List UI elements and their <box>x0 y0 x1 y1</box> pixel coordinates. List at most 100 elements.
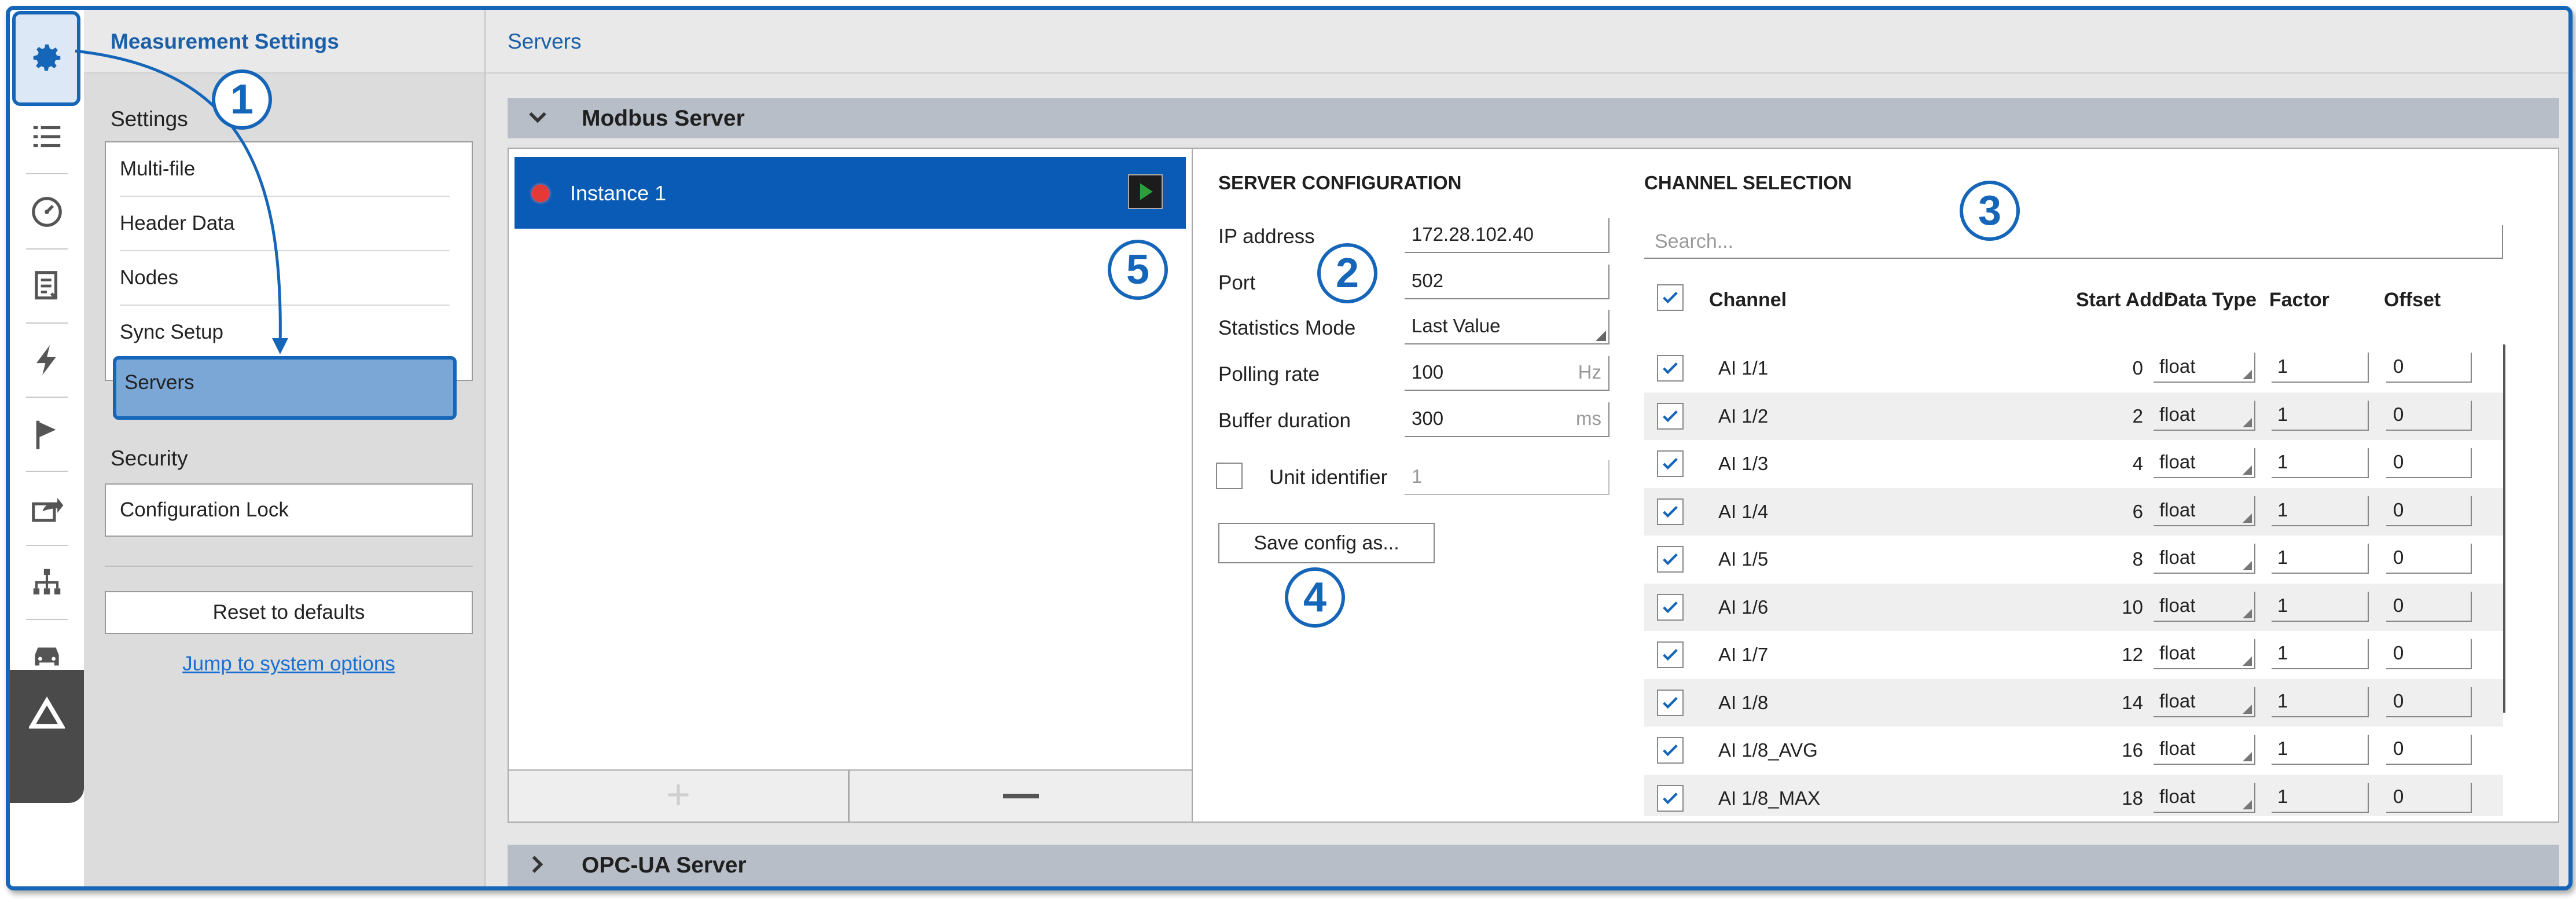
statistics-mode-select[interactable]: Last Value <box>1405 310 1609 344</box>
logo-icon[interactable] <box>10 680 84 749</box>
channel-name: AI 1/6 <box>1718 596 1769 618</box>
channel-search-input[interactable]: Search... <box>1644 225 2503 259</box>
data-type-select[interactable]: float <box>2154 353 2255 383</box>
ip-address-field[interactable]: 172.28.102.40 <box>1405 218 1609 253</box>
config-panel: SERVER CONFIGURATION IP address 172.28.1… <box>1193 148 2559 823</box>
channel-checkbox[interactable] <box>1657 546 1684 573</box>
factor-input[interactable]: 1 <box>2272 448 2369 478</box>
minus-icon <box>1003 794 1039 798</box>
data-type-select[interactable]: float <box>2154 544 2255 574</box>
nav-item-sync-setup[interactable]: Sync Setup <box>120 306 450 360</box>
offset-input[interactable]: 0 <box>2386 639 2472 669</box>
save-config-button[interactable]: Save config as... <box>1218 523 1435 563</box>
polling-rate-unit: Hz <box>1578 361 1601 383</box>
check-icon <box>1663 410 1678 422</box>
nav-item-header-data[interactable]: Header Data <box>120 197 450 251</box>
table-row: AI 1/1 0 float 1 0 <box>1644 344 2503 392</box>
table-row: AI 1/4 6 float 1 0 <box>1644 487 2503 536</box>
data-type-select[interactable]: float <box>2154 782 2255 813</box>
channel-checkbox[interactable] <box>1657 450 1684 477</box>
factor-input[interactable]: 1 <box>2272 353 2369 383</box>
channel-checkbox[interactable] <box>1657 355 1684 382</box>
start-addr-value: 8 <box>2132 548 2143 570</box>
settings-header: Measurement Settings <box>84 10 484 74</box>
factor-input[interactable]: 1 <box>2272 400 2369 431</box>
nav-item-multi-file[interactable]: Multi-file <box>120 142 450 197</box>
data-type-select[interactable]: float <box>2154 591 2255 622</box>
channel-checkbox[interactable] <box>1657 402 1684 430</box>
lightning-icon[interactable] <box>10 326 84 394</box>
export-icon[interactable] <box>10 474 84 542</box>
instance-list: Instance 1 + <box>508 148 1193 823</box>
ip-address-label: IP address <box>1218 225 1315 248</box>
channel-checkbox[interactable] <box>1657 737 1684 764</box>
factor-input[interactable]: 1 <box>2272 735 2369 765</box>
buffer-duration-field[interactable]: 300 ms <box>1405 402 1609 437</box>
factor-input[interactable]: 1 <box>2272 687 2369 717</box>
channel-checkbox[interactable] <box>1657 689 1684 716</box>
offset-input[interactable]: 0 <box>2386 353 2472 383</box>
opcua-section-label: OPC-UA Server <box>582 853 747 878</box>
data-type-select[interactable]: float <box>2154 400 2255 431</box>
add-instance-button[interactable]: + <box>509 771 850 822</box>
network-icon[interactable] <box>10 548 84 617</box>
remove-instance-button[interactable] <box>850 771 1190 822</box>
data-type-select[interactable]: float <box>2154 496 2255 526</box>
reset-defaults-button[interactable]: Reset to defaults <box>105 591 473 634</box>
system-options-link[interactable]: Jump to system options <box>105 652 473 676</box>
data-type-value: float <box>2159 451 2196 472</box>
start-addr-value: 6 <box>2132 500 2143 522</box>
offset-input[interactable]: 0 <box>2386 591 2472 622</box>
factor-input[interactable]: 1 <box>2272 639 2369 669</box>
channel-scrollbar[interactable] <box>2503 344 2505 713</box>
list-icon[interactable] <box>10 102 84 171</box>
settings-title: Measurement Settings <box>111 30 339 53</box>
offset-input[interactable]: 0 <box>2386 544 2472 574</box>
report-icon[interactable] <box>10 252 84 320</box>
channel-checkbox[interactable] <box>1657 641 1684 668</box>
factor-input[interactable]: 1 <box>2272 496 2369 526</box>
dropdown-arrow-icon <box>2243 752 2252 761</box>
table-row: AI 1/8 14 float 1 0 <box>1644 679 2503 727</box>
nav-item-configuration-lock[interactable]: Configuration Lock <box>105 483 473 537</box>
channel-checkbox[interactable] <box>1657 784 1684 812</box>
nav-item-nodes[interactable]: Nodes <box>120 251 450 306</box>
factor-header: Factor <box>2269 289 2329 311</box>
table-row: AI 1/8_MAX 18 float 1 0 <box>1644 774 2503 816</box>
channel-name: AI 1/3 <box>1718 453 1769 474</box>
gear-icon[interactable] <box>10 24 84 92</box>
server-config-caption: SERVER CONFIGURATION <box>1218 172 1462 193</box>
offset-input[interactable]: 0 <box>2386 735 2472 765</box>
data-type-select[interactable]: float <box>2154 639 2255 669</box>
channel-checkbox[interactable] <box>1657 593 1684 621</box>
data-type-select[interactable]: float <box>2154 687 2255 717</box>
offset-input[interactable]: 0 <box>2386 687 2472 717</box>
instance-item[interactable]: Instance 1 <box>515 157 1186 229</box>
channel-checkbox[interactable] <box>1657 498 1684 525</box>
data-type-select[interactable]: float <box>2154 735 2255 765</box>
select-all-checkbox[interactable] <box>1657 284 1684 311</box>
factor-input[interactable]: 1 <box>2272 591 2369 622</box>
polling-rate-field[interactable]: 100 Hz <box>1405 356 1609 391</box>
offset-input[interactable]: 0 <box>2386 448 2472 478</box>
offset-input[interactable]: 0 <box>2386 782 2472 813</box>
data-type-value: float <box>2159 355 2196 377</box>
buffer-duration-value: 300 <box>1412 408 1444 429</box>
opcua-section-header[interactable]: OPC-UA Server <box>508 845 2559 886</box>
channel-selection-caption: CHANNEL SELECTION <box>1644 172 1852 193</box>
table-row: AI 1/6 10 float 1 0 <box>1644 583 2503 631</box>
factor-input[interactable]: 1 <box>2272 544 2369 574</box>
unit-identifier-checkbox[interactable] <box>1216 463 1243 489</box>
buffer-duration-label: Buffer duration <box>1218 409 1351 432</box>
play-button[interactable] <box>1128 174 1163 209</box>
offset-input[interactable]: 0 <box>2386 400 2472 431</box>
modbus-section-header[interactable]: Modbus Server <box>508 98 2559 138</box>
nav-item-servers[interactable]: Servers <box>113 356 457 420</box>
offset-input[interactable]: 0 <box>2386 496 2472 526</box>
gauge-icon[interactable] <box>10 178 84 246</box>
data-type-select[interactable]: float <box>2154 448 2255 478</box>
flag-icon[interactable] <box>10 400 84 468</box>
port-field[interactable]: 502 <box>1405 265 1609 299</box>
factor-input[interactable]: 1 <box>2272 782 2369 813</box>
check-icon <box>1663 291 1678 304</box>
